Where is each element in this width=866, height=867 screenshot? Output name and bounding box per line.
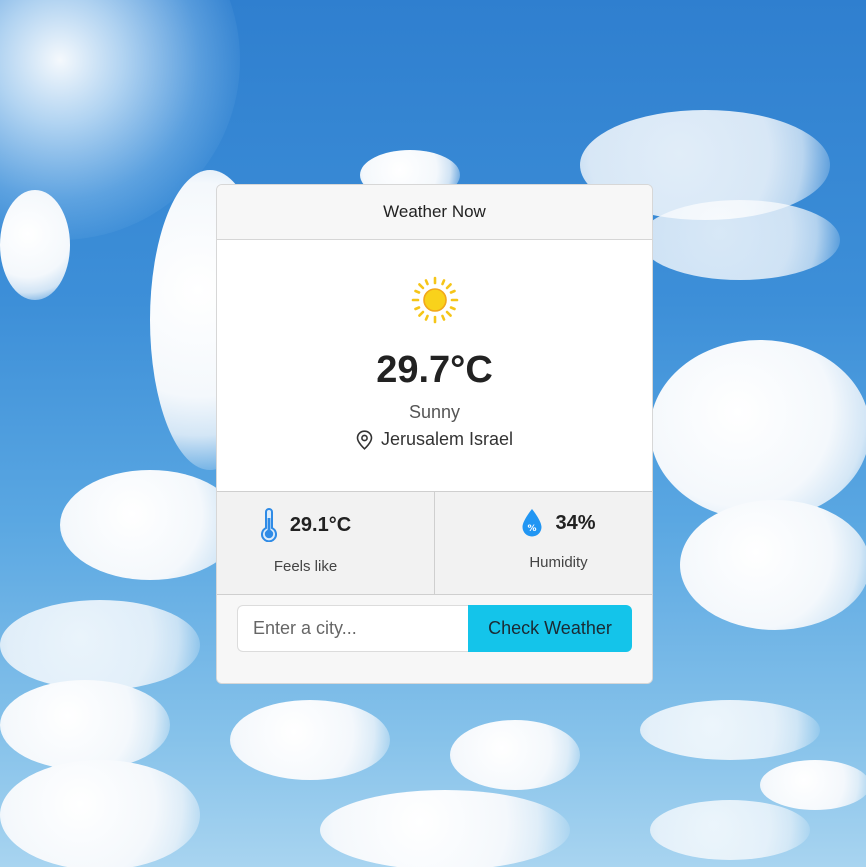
humidity-value: 34% [555,511,596,534]
check-weather-button[interactable]: Check Weather [468,605,632,652]
humidity-label: Humidity [529,554,588,571]
humidity-drop-icon: % [522,509,542,537]
humidity-stat: % 34% Humidity [434,492,652,594]
svg-text:%: % [528,524,537,534]
sun-icon [411,276,458,324]
city-search-form: Check Weather [217,595,652,683]
feels-like-value: 29.1°C [289,513,352,536]
weather-stats: 29.1°C Feels like % 34% Humidity [217,492,652,595]
current-weather: 29.7°C Sunny Jerusalem Israel [217,240,652,492]
feels-like-label: Feels like [273,558,338,575]
feels-like-stat: 29.1°C Feels like [217,492,434,594]
location-pin-icon [356,429,373,450]
location: Jerusalem Israel [356,429,513,450]
weather-condition: Sunny [408,402,461,422]
weather-card: Weather Now 29.7°C Sunny Jerusalem Israe… [216,184,653,684]
city-input[interactable] [237,605,468,652]
temperature-value: 29.7°C [376,349,493,391]
card-title: Weather Now [217,185,652,240]
location-name: Jerusalem Israel [380,429,514,449]
thermometer-icon [260,508,277,542]
